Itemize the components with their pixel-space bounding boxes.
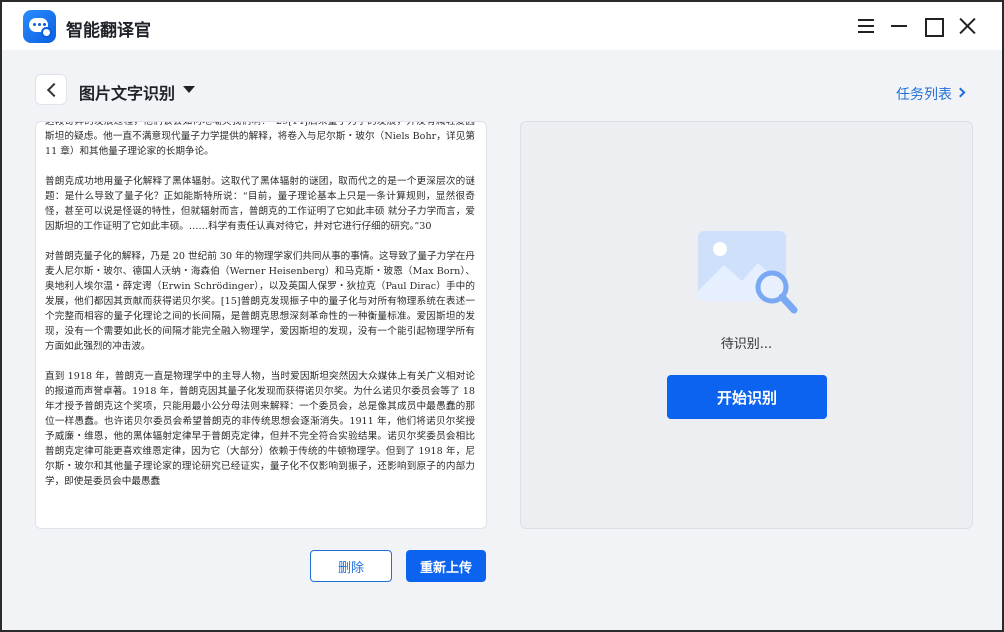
- recognition-result-panel: 待识别... 开始识别: [520, 121, 973, 529]
- document-paragraph: 直到 1918 年，普朗克一直是物理学中的主导人物，当时爱因斯坦突然因大众媒体上…: [45, 371, 475, 487]
- document-paragraph: 对普朗克量子化的解释，乃是 20 世纪前 30 年的物理学家们共同从事的事情。这…: [45, 251, 475, 352]
- image-search-icon: [698, 231, 798, 314]
- menu-icon[interactable]: [856, 16, 876, 36]
- document-paragraph: 普朗克成功地用量子化解释了黑体辐射。这取代了黑体辐射的谜团，取而代之的是一个更深…: [45, 176, 475, 232]
- status-text: 待识别...: [720, 337, 773, 352]
- start-recognition-button[interactable]: 开始识别: [667, 375, 827, 419]
- reupload-button[interactable]: 重新上传: [406, 550, 486, 582]
- back-button[interactable]: [35, 74, 67, 105]
- minimize-icon[interactable]: [889, 16, 909, 36]
- task-list-link[interactable]: 任务列表: [896, 84, 952, 104]
- maximize-icon[interactable]: [923, 16, 944, 37]
- document-text: 这段奇异的发展过程，他们该会如何地嘲笑我们啊！”29[14]后来量子力学的发展，…: [45, 121, 475, 504]
- app-window: 智能翻译官 图片文字识别 任务列表 这段奇异的发展过程，他们该会如何地嘲笑我们啊…: [0, 0, 1004, 632]
- title-bar: 智能翻译官: [2, 2, 1002, 50]
- page-title[interactable]: 图片文字识别: [79, 80, 175, 104]
- document-image-panel[interactable]: 这段奇异的发展过程，他们该会如何地嘲笑我们啊！”29[14]后来量子力学的发展，…: [35, 121, 487, 529]
- document-paragraph: 这段奇异的发展过程，他们该会如何地嘲笑我们啊！”29[14]后来量子力学的发展，…: [45, 121, 475, 157]
- close-icon[interactable]: [957, 16, 977, 36]
- chevron-right-icon[interactable]: [955, 87, 966, 98]
- delete-button[interactable]: 删除: [310, 550, 392, 582]
- app-logo-icon: [23, 10, 56, 43]
- caret-down-icon[interactable]: [183, 86, 195, 93]
- app-title: 智能翻译官: [66, 21, 151, 41]
